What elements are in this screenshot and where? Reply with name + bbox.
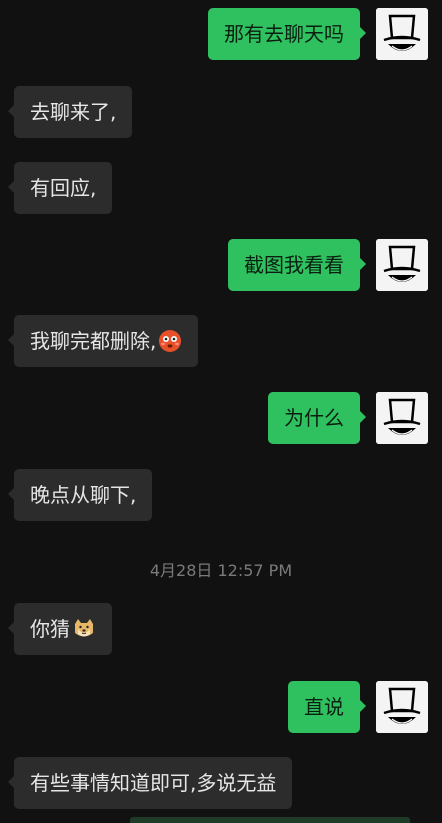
top-hat-avatar-icon	[376, 392, 428, 444]
top-hat-avatar-icon	[376, 681, 428, 733]
avatar[interactable]	[376, 8, 428, 60]
message-bubble-incoming[interactable]: 你猜	[8, 603, 112, 655]
flushed-face-icon	[159, 330, 182, 352]
message-text: 去聊来了,	[30, 100, 117, 124]
message-bubble-incoming[interactable]: 晚点从聊下,	[7, 469, 153, 521]
message-bubble-outgoing[interactable]: 直说	[288, 681, 366, 733]
top-hat-avatar-icon	[376, 239, 428, 291]
message-bubble-incoming[interactable]: 有些事情知道即可,多说无益	[7, 757, 293, 809]
message-text: 晚点从聊下,	[30, 483, 137, 507]
message-bubble-outgoing[interactable]: 截图我看看	[228, 239, 366, 291]
message-bubble-outgoing[interactable]: 为什么	[268, 392, 366, 444]
message-text: 直说	[304, 695, 344, 719]
avatar[interactable]	[376, 392, 428, 444]
avatar[interactable]	[376, 239, 428, 291]
message-bubble-outgoing[interactable]: 那有去聊天吗	[208, 8, 366, 60]
message-text: 有回应,	[30, 176, 97, 200]
message-text: 我聊完都删除,	[30, 329, 157, 353]
message-text: 你猜	[30, 617, 70, 641]
message-bubble-incoming[interactable]: 我聊完都删除,	[7, 315, 199, 367]
message-text: 截图我看看	[244, 253, 344, 277]
message-bubble-incoming[interactable]: 有回应,	[7, 162, 113, 214]
top-hat-avatar-icon	[376, 8, 428, 60]
message-text: 有些事情知道即可,多说无益	[30, 771, 277, 795]
bottom-bar-edge	[130, 817, 410, 823]
message-bubble-incoming[interactable]: 去聊来了,	[7, 86, 133, 138]
timestamp: 4月28日 12:57 PM	[149, 561, 293, 580]
message-text: 那有去聊天吗	[224, 22, 344, 46]
message-text: 为什么	[284, 406, 344, 430]
avatar[interactable]	[376, 681, 428, 733]
doge-icon	[75, 619, 93, 637]
